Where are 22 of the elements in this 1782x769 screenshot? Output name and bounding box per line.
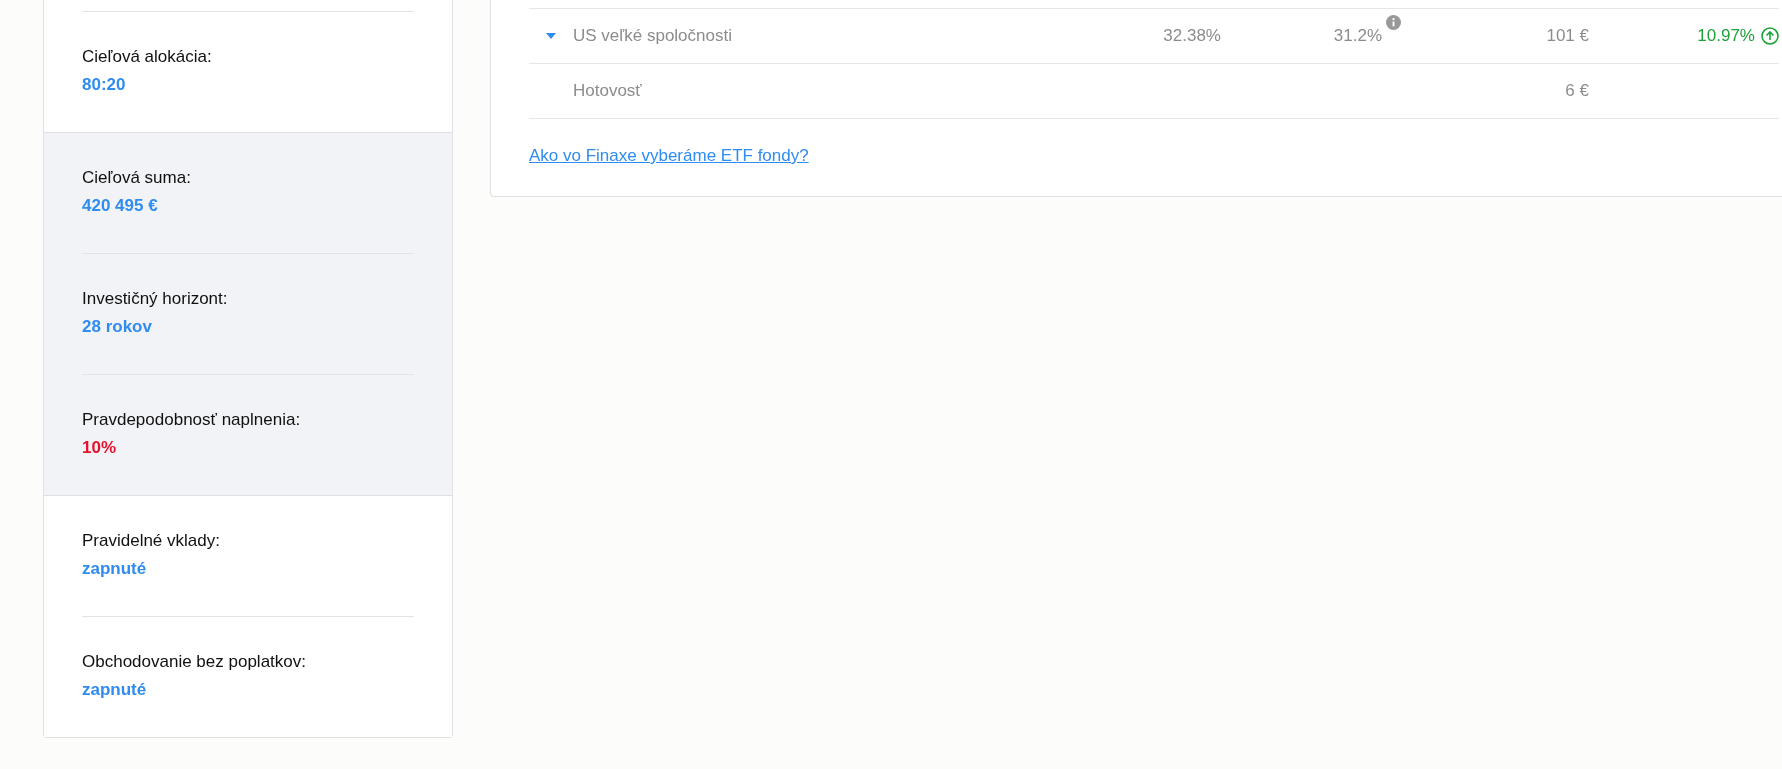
summary-value: zapnuté xyxy=(82,558,148,580)
summary-label: Obchodovanie bez poplatkov: xyxy=(82,651,307,673)
summary-label: Investičný horizont: xyxy=(82,288,229,310)
table-cell-text: 32.38% xyxy=(1163,25,1221,48)
etf-link[interactable]: Ako vo Finaxe vyberáme ETF fondy? xyxy=(529,143,809,169)
summary-label: Pravidelné vklady: xyxy=(82,530,221,552)
summary-label: Cieľová alokácia: xyxy=(82,46,213,68)
table-cell-text: 101 € xyxy=(1546,25,1589,48)
table-cell-text: 10.97% xyxy=(1697,25,1755,48)
table-cell-text: 31.2% xyxy=(1333,25,1382,48)
summary-value: 420 495 € xyxy=(82,195,159,217)
caret-icon[interactable] xyxy=(545,32,557,40)
summary-value: 28 rokov xyxy=(82,316,153,338)
summary-value: 80:20 xyxy=(82,74,127,96)
table-cell-text: Hotovosť xyxy=(573,80,643,103)
summary-label: Cieľová suma: xyxy=(82,167,192,189)
info-icon[interactable] xyxy=(1386,15,1401,31)
summary-value: 10% xyxy=(82,437,118,459)
table-cell-text: US veľké spoločnosti xyxy=(573,25,733,48)
table-cell-text: 6 € xyxy=(1565,80,1589,103)
summary-value: zapnuté xyxy=(82,679,148,701)
summary-label: Pravdepodobnosť naplnenia: xyxy=(82,409,302,431)
